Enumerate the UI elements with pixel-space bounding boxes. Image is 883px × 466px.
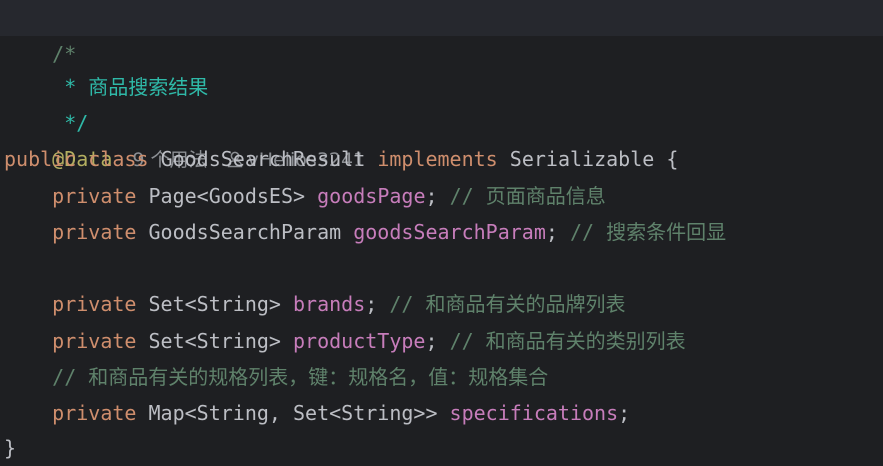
- field-type: GoodsSearchParam: [148, 220, 342, 244]
- code-line-13[interactable]: }: [4, 430, 16, 466]
- open-brace: {: [666, 147, 679, 171]
- field-type: Set<String>: [148, 329, 281, 353]
- keyword-implements: implements: [377, 147, 498, 171]
- keyword-private: private: [52, 329, 137, 353]
- field-name: goodsPage: [317, 184, 426, 208]
- line-comment: // 和商品有关的类别列表: [449, 329, 686, 353]
- semicolon: ;: [545, 220, 558, 244]
- code-line-6[interactable]: private Page<GoodsES> goodsPage; // 页面商品…: [4, 178, 606, 214]
- semicolon: ;: [425, 329, 438, 353]
- close-brace: }: [4, 436, 17, 460]
- code-line-12[interactable]: private Map<String, Set<String>> specifi…: [4, 395, 630, 431]
- line-comment: // 搜索条件回显: [569, 220, 727, 244]
- field-name: specifications: [449, 401, 619, 425]
- keyword-private: private: [52, 401, 137, 425]
- field-name: goodsSearchParam: [353, 220, 546, 244]
- code-line-10[interactable]: private Set<String> productType; // 和商品有…: [4, 323, 686, 359]
- line-comment: // 页面商品信息: [449, 184, 606, 208]
- semicolon: ;: [425, 184, 438, 208]
- code-line-11[interactable]: // 和商品有关的规格列表，键：规格名，值：规格集合: [4, 359, 548, 395]
- line-comment: // 和商品有关的规格列表，键：规格名，值：规格集合: [52, 365, 549, 389]
- keyword-private: private: [52, 220, 137, 244]
- field-name: productType: [293, 329, 426, 353]
- code-line-7[interactable]: private GoodsSearchParam goodsSearchPara…: [4, 214, 726, 250]
- keyword-class: class: [88, 147, 149, 171]
- code-editor[interactable]: /* * 商品搜索结果 */ @Data 9 个用法 vHelios3241 pub…: [0, 0, 883, 466]
- semicolon: ;: [365, 292, 378, 316]
- keyword-private: private: [52, 184, 137, 208]
- keyword-public: public: [4, 147, 77, 171]
- code-line-2[interactable]: * 商品搜索结果: [4, 33, 208, 99]
- field-type: Map<String, Set<String>>: [148, 401, 438, 425]
- field-type: Set<String>: [148, 292, 281, 316]
- code-line-1[interactable]: /*: [0, 0, 883, 66]
- code-line-5[interactable]: public class GoodsSearchResult implement…: [4, 141, 678, 177]
- field-name: brands: [293, 292, 366, 316]
- interface-name: Serializable: [509, 147, 655, 171]
- keyword-private: private: [52, 292, 137, 316]
- semicolon: ;: [618, 401, 631, 425]
- line-comment: // 和商品有关的品牌列表: [389, 292, 626, 316]
- field-type: Page<GoodsES>: [148, 184, 306, 208]
- class-name: GoodsSearchResult: [160, 147, 366, 171]
- code-line-9[interactable]: private Set<String> brands; // 和商品有关的品牌列…: [4, 286, 625, 322]
- code-line-4[interactable]: @Data 9 个用法 vHelios3241: [4, 105, 365, 171]
- code-line-3[interactable]: */: [4, 69, 88, 135]
